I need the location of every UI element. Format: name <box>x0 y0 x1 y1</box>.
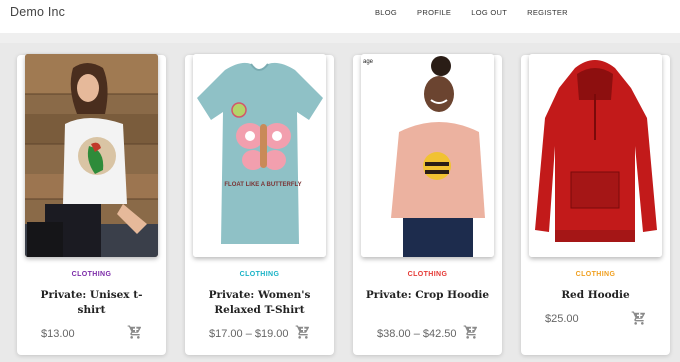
main-nav: BLOG PROFILE LOG OUT REGISTER <box>375 8 588 17</box>
product-price: $13.00 <box>41 328 75 340</box>
shirt-print-text: FLOAT LIKE A BUTTERFLY <box>224 182 301 188</box>
product-image[interactable] <box>25 54 158 257</box>
product-category[interactable]: CLOTHING <box>521 271 670 278</box>
product-price: $17.00 – $19.00 <box>209 328 289 340</box>
product-price: $25.00 <box>545 313 579 325</box>
image-stray-text: age <box>363 59 374 65</box>
product-title[interactable]: Red Hoodie <box>531 288 660 303</box>
product-price: $38.00 – $42.50 <box>377 328 457 340</box>
product-title[interactable]: Private: Women's Relaxed T-Shirt <box>195 288 324 318</box>
product-card[interactable]: FLOAT LIKE A BUTTERFLY CLOTHING Private:… <box>185 54 334 355</box>
product-image[interactable]: age <box>361 54 494 257</box>
product-card[interactable]: CLOTHING Private: Unisex t-shirt $13.00 <box>17 54 166 355</box>
product-image[interactable] <box>529 54 662 257</box>
top-navbar: Demo Inc BLOG PROFILE LOG OUT REGISTER <box>0 0 680 33</box>
product-title[interactable]: Private: Crop Hoodie <box>363 288 492 303</box>
product-card[interactable]: CLOTHING Red Hoodie $25.00 <box>521 54 670 355</box>
cart-icon[interactable] <box>295 324 311 340</box>
product-image[interactable]: FLOAT LIKE A BUTTERFLY <box>193 54 326 257</box>
product-card[interactable]: age CLOTHING Private: Crop Hoodie $38.00… <box>353 54 502 355</box>
product-category[interactable]: CLOTHING <box>17 271 166 278</box>
nav-logout[interactable]: LOG OUT <box>471 8 507 17</box>
cart-icon[interactable] <box>127 324 143 340</box>
product-category[interactable]: CLOTHING <box>353 271 502 278</box>
nav-profile[interactable]: PROFILE <box>417 8 451 17</box>
header-spacer <box>0 33 680 43</box>
product-category[interactable]: CLOTHING <box>185 271 334 278</box>
nav-blog[interactable]: BLOG <box>375 8 397 17</box>
cart-icon[interactable] <box>631 310 647 326</box>
cart-icon[interactable] <box>463 324 479 340</box>
brand-logo[interactable]: Demo Inc <box>10 5 65 19</box>
product-title[interactable]: Private: Unisex t-shirt <box>27 288 156 318</box>
nav-register[interactable]: REGISTER <box>527 8 568 17</box>
